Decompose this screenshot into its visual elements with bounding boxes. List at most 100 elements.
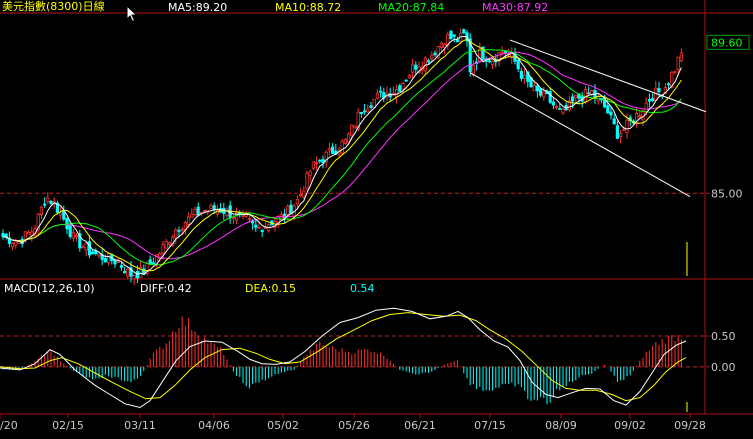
candle-body — [625, 119, 629, 133]
legend-ma20: MA20:87.84 — [378, 1, 445, 14]
candle-body — [654, 87, 658, 101]
macd-panel-title: MACD(12,26,10) — [4, 282, 95, 295]
candle-body — [571, 96, 575, 102]
candle — [94, 248, 98, 256]
candle — [378, 86, 383, 98]
candle — [289, 200, 293, 214]
candle-body — [340, 141, 344, 154]
candle — [654, 81, 658, 101]
candle — [446, 31, 450, 51]
candle — [330, 142, 335, 154]
candle-body — [414, 64, 418, 70]
candle — [78, 229, 82, 252]
candle-body — [193, 209, 197, 215]
candle — [551, 97, 556, 109]
candle-body — [81, 246, 85, 249]
candle — [305, 170, 309, 192]
candle-body — [71, 232, 75, 239]
candle-body — [49, 200, 53, 205]
candle — [490, 59, 495, 70]
candle — [455, 36, 460, 43]
candle-body — [366, 108, 370, 113]
x-tick-label-7: 07/15 — [474, 419, 506, 432]
candle — [46, 192, 50, 205]
diff-line — [0, 307, 687, 409]
candle-body — [455, 39, 460, 43]
candle-body — [651, 98, 655, 102]
candle-body — [615, 125, 620, 139]
candle-body — [433, 52, 437, 56]
candle — [564, 102, 568, 111]
candle-body — [289, 204, 293, 214]
candle-body — [190, 214, 194, 218]
candle — [314, 156, 319, 171]
candle-body — [619, 133, 623, 137]
candle — [433, 50, 437, 57]
candle — [404, 79, 408, 82]
candle-body — [119, 265, 123, 268]
candle-body — [103, 258, 107, 263]
candle-body — [407, 74, 412, 79]
candle-body — [87, 241, 91, 256]
candle-body — [164, 240, 168, 249]
candle — [266, 223, 271, 233]
candle-body — [487, 60, 492, 63]
candle-body — [343, 138, 348, 144]
candle — [123, 266, 127, 274]
candle-body — [423, 57, 428, 72]
candle-body — [257, 226, 261, 229]
candle-body — [151, 262, 155, 265]
candle-body — [452, 34, 456, 37]
candle-body — [196, 206, 200, 216]
candle — [673, 70, 677, 75]
candle — [193, 206, 197, 217]
candle — [391, 86, 396, 96]
candle — [62, 205, 66, 222]
x-tick-label-4: 05/02 — [267, 419, 299, 432]
candle — [542, 86, 546, 101]
candle — [97, 253, 101, 259]
candle — [468, 33, 472, 77]
candle-body — [346, 133, 351, 143]
macd-tick-label-1: 0.00 — [711, 361, 736, 374]
candle — [298, 187, 303, 198]
candle-body — [318, 159, 322, 162]
candle — [302, 186, 306, 200]
candle-body — [202, 209, 207, 212]
candle — [260, 229, 264, 238]
candle — [353, 125, 357, 129]
candle — [612, 114, 616, 125]
price-chart-svg[interactable]: 85.00 89.60 0.50 0.00/20 02/15 03/11 04/06 05/0… — [0, 0, 753, 439]
candle-body — [539, 88, 543, 96]
candle-body — [673, 70, 677, 73]
candle-body — [542, 90, 546, 98]
candle — [71, 228, 75, 242]
candle-body — [410, 64, 415, 73]
candle-body — [286, 206, 290, 215]
candle-body — [327, 148, 332, 151]
candle-body — [587, 92, 591, 95]
candle-body — [516, 59, 520, 70]
candle-body — [123, 270, 127, 274]
candle-body — [398, 85, 402, 92]
candle — [183, 220, 187, 236]
candle — [385, 86, 389, 102]
ma10-line — [2, 38, 682, 272]
candle-body — [350, 124, 354, 136]
candle — [647, 93, 652, 108]
candle-body — [462, 29, 466, 34]
candle — [164, 238, 168, 249]
candle — [478, 42, 482, 64]
candle-body — [551, 101, 556, 106]
candle-body — [667, 83, 671, 86]
candle-body — [372, 98, 376, 109]
candle-body — [590, 90, 594, 95]
candle — [369, 101, 373, 110]
candle-body — [490, 60, 495, 66]
candle-body — [375, 93, 380, 99]
candle — [343, 138, 348, 145]
legend-diff: DIFF:0.42 — [140, 282, 192, 295]
x-tick-label-2: 03/11 — [124, 419, 156, 432]
candle — [449, 29, 453, 40]
candle-body — [167, 242, 171, 245]
